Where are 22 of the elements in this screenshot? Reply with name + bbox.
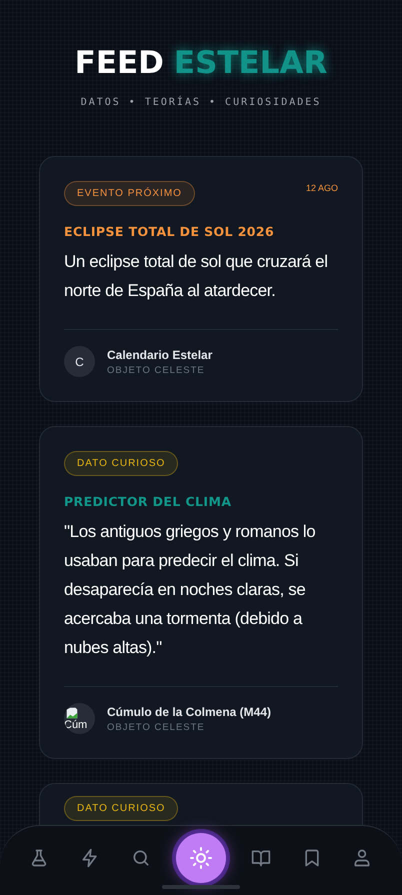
- event-date: 12 AGO: [306, 183, 338, 193]
- card-title: PREDICTOR DEL CLIMA: [64, 494, 232, 509]
- book-icon: [250, 848, 271, 868]
- search-icon: [131, 848, 152, 868]
- card-text: "Los antiguos griegos y romanos lo usaban para predecir el clima. Si desaparecía en noches claras, se acercaba una tormenta (debido a nubes altas).": [64, 521, 316, 659]
- author-name: Calendario Estelar: [107, 348, 212, 362]
- subtitle: DATOS • TEORÍAS • CURIOSIDADES: [80, 97, 322, 108]
- category-tag: DATO CURIOSO: [64, 451, 178, 476]
- title-word: ESTELAR: [174, 48, 328, 79]
- author-role: OBJETO CELESTE: [107, 722, 206, 732]
- author-name: Cúmulo de la Colmena (M44): [107, 704, 272, 718]
- title-word: FEED: [74, 48, 164, 79]
- avatar: C: [64, 346, 95, 377]
- broken-image-icon: [65, 706, 79, 720]
- sun-icon: [188, 846, 213, 870]
- user-icon: [352, 848, 372, 868]
- author-role: OBJETO CELESTE: [107, 364, 206, 376]
- category-tag: EVENTO PRÓXIMO: [64, 181, 195, 206]
- category-tag: DATO CURIOSO: [64, 796, 178, 821]
- card-text: Un eclipse total de sol que cruzará el norte de España al atardecer.: [64, 251, 329, 302]
- nav-button[interactable]: [176, 832, 226, 882]
- card-title: ECLIPSE TOTAL DE SOL 2026: [64, 224, 276, 239]
